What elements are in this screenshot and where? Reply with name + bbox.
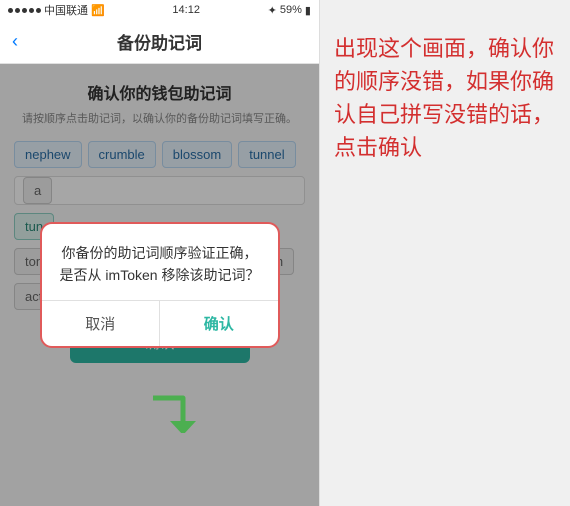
modal-overlay: 你备份的助记词顺序验证正确，是否从 imToken 移除该助记词？ 取消 确认 bbox=[0, 64, 319, 506]
modal-body: 你备份的助记词顺序验证正确，是否从 imToken 移除该助记词？ bbox=[42, 224, 278, 301]
modal-box: 你备份的助记词顺序验证正确，是否从 imToken 移除该助记词？ 取消 确认 bbox=[40, 222, 280, 349]
annotation-area: 出现这个画面，确认你的顺序没错，如果你确认自己拼写没错的话，点击确认 bbox=[320, 0, 570, 506]
modal-confirm-button[interactable]: 确认 bbox=[160, 301, 278, 346]
bluetooth-icon: ✦ bbox=[268, 4, 277, 17]
wifi-icon: 📶 bbox=[91, 4, 105, 17]
phone-frame: 中国联通 📶 14:12 ✦ 59% ▮ ‹ 备份助记词 确认你的钱包助记词 请… bbox=[0, 0, 320, 506]
modal-cancel-button[interactable]: 取消 bbox=[42, 301, 161, 346]
battery-icon: ▮ bbox=[305, 4, 311, 17]
back-button[interactable]: ‹ bbox=[12, 31, 18, 52]
time-label: 14:12 bbox=[172, 4, 200, 16]
battery-label: 59% bbox=[280, 4, 302, 16]
annotation-text: 出现这个画面，确认你的顺序没错，如果你确认自己拼写没错的话，点击确认 bbox=[334, 32, 556, 164]
green-arrow-indicator bbox=[148, 393, 198, 438]
modal-text: 你备份的助记词顺序验证正确，是否从 imToken 移除该助记词？ bbox=[58, 242, 262, 287]
status-bar: 中国联通 📶 14:12 ✦ 59% ▮ bbox=[0, 0, 319, 20]
carrier-label: 中国联通 bbox=[44, 2, 88, 18]
nav-bar: ‹ 备份助记词 bbox=[0, 20, 319, 64]
modal-actions: 取消 确认 bbox=[42, 300, 278, 346]
nav-title: 备份助记词 bbox=[117, 29, 202, 54]
main-content: 确认你的钱包助记词 请按顺序点击助记词，以确认你的备份助记词填写正确。 neph… bbox=[0, 64, 319, 506]
